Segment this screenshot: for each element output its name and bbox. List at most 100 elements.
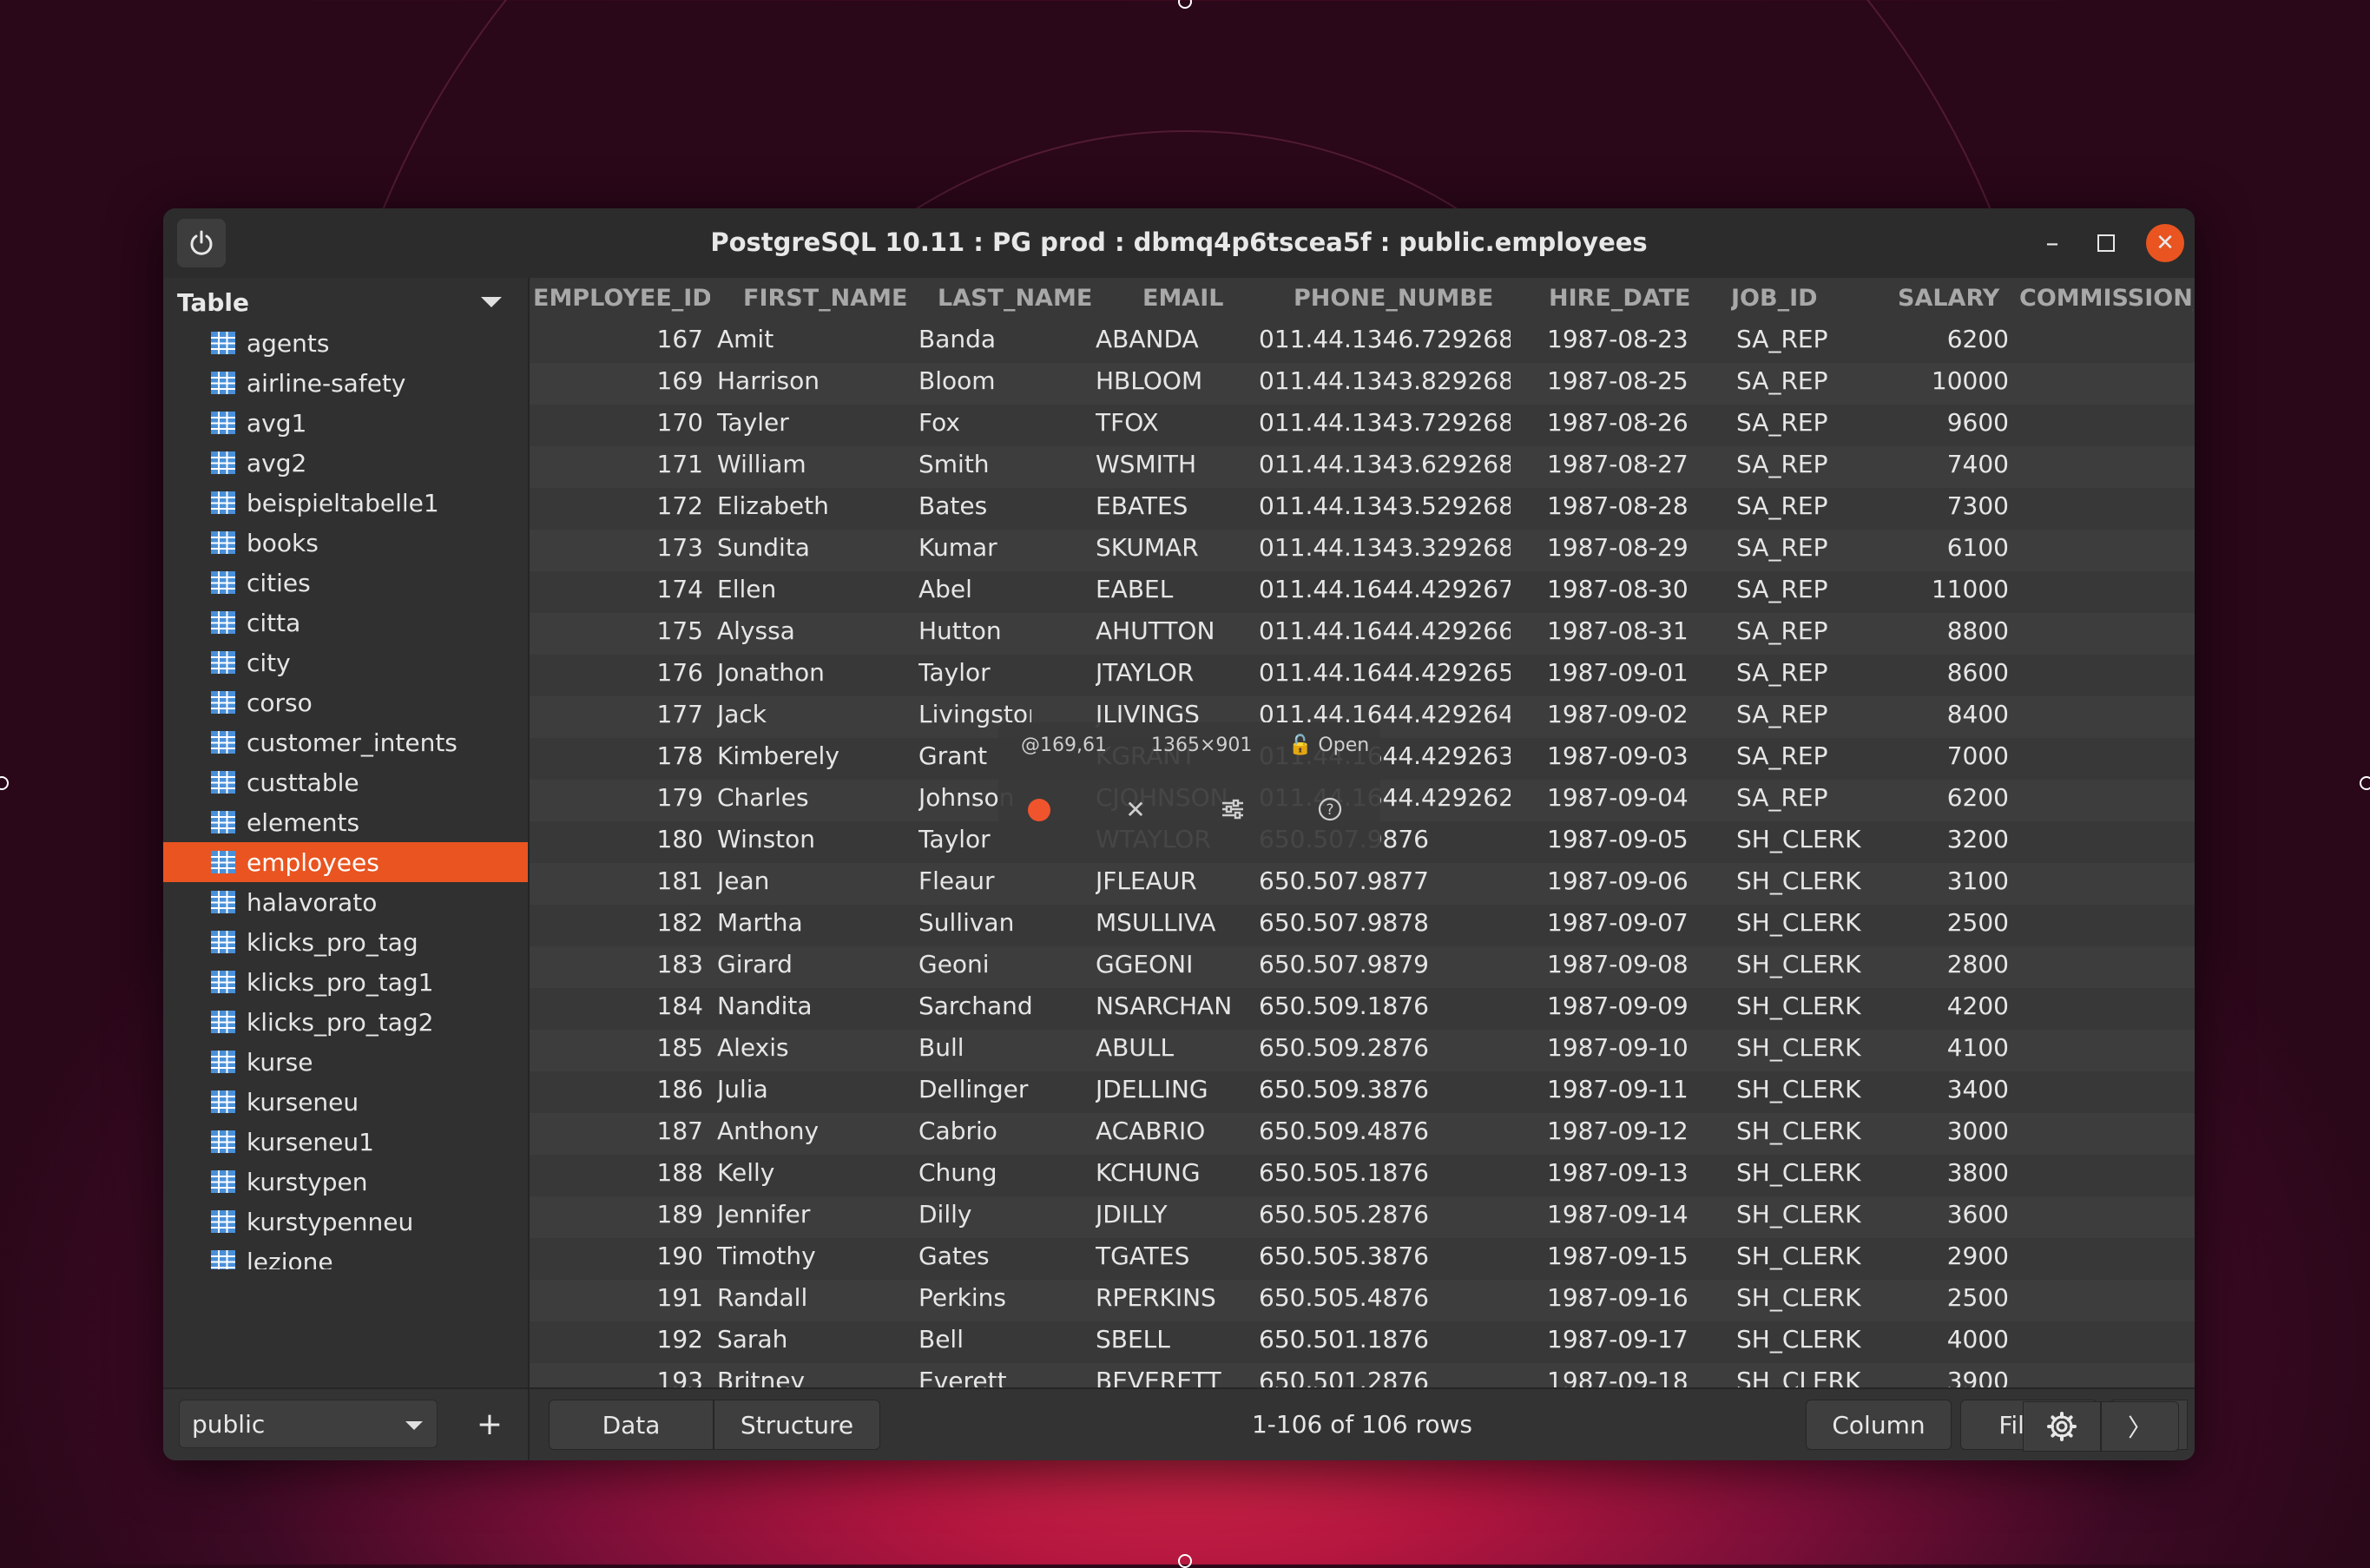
table-cell[interactable]: 1987-08-30 <box>1547 575 1712 609</box>
table-row[interactable]: 181 Jean Fleaur JFLEAUR 650.507.9877 1987-09-… <box>530 863 2195 905</box>
table-cell[interactable]: Banda <box>918 325 1031 359</box>
capture-settings-button[interactable] <box>1215 792 1250 827</box>
table-cell[interactable]: 4200 <box>1844 992 2009 1026</box>
table-cell[interactable]: 011.44.1343.629268 <box>1259 450 1511 484</box>
table-cell[interactable]: EABEL <box>1096 575 1243 609</box>
table-cell[interactable]: 011.44.1343.829268 <box>1259 366 1511 401</box>
table-cell[interactable]: 169 <box>530 366 703 401</box>
selection-handle[interactable] <box>0 776 9 790</box>
table-cell[interactable]: Bloom <box>918 366 1031 401</box>
table-cell[interactable]: 1987-09-10 <box>1547 1033 1712 1068</box>
sidebar-item-beispieltabelle1[interactable]: beispieltabelle1 <box>163 483 528 523</box>
table-cell[interactable]: HBLOOM <box>1096 366 1243 401</box>
table-cell[interactable]: 170 <box>530 408 703 443</box>
table-cell[interactable]: 179 <box>530 783 703 818</box>
table-cell[interactable]: Jean <box>717 866 899 901</box>
table-row[interactable]: 183 Girard Geoni GGEONI 650.507.9879 1987-09-… <box>530 946 2195 988</box>
table-cell[interactable]: SBELL <box>1096 1325 1243 1360</box>
table-cell[interactable]: Sarah <box>717 1325 899 1360</box>
table-row[interactable]: 174 Ellen Abel EABEL 011.44.1644.429267 1987-… <box>530 571 2195 613</box>
selection-handle[interactable] <box>1178 0 1192 9</box>
table-cell[interactable]: 1987-09-15 <box>1547 1242 1712 1276</box>
table-cell[interactable]: 167 <box>530 325 703 359</box>
table-cell[interactable]: 1987-09-07 <box>1547 908 1712 943</box>
sidebar-item-kurstypen[interactable]: kurstypen <box>163 1162 528 1202</box>
table-cell[interactable]: 011.44.1346.729268 <box>1259 325 1511 359</box>
table-cell[interactable]: 188 <box>530 1158 703 1193</box>
table-cell[interactable]: 171 <box>530 450 703 484</box>
column-header-salary[interactable]: SALARY <box>1898 285 2019 320</box>
column-header-hire-date[interactable]: HIRE_DATE <box>1549 285 1714 320</box>
column-button[interactable]: Column <box>1806 1400 1952 1450</box>
table-cell[interactable]: 4100 <box>1844 1033 2009 1068</box>
sidebar-item-cities[interactable]: cities <box>163 563 528 603</box>
table-cell[interactable]: MSULLIVA <box>1096 908 1243 943</box>
table-cell[interactable]: 011.44.1343.329268 <box>1259 533 1511 568</box>
table-cell[interactable]: 1987-09-11 <box>1547 1075 1712 1110</box>
table-cell[interactable]: Gates <box>918 1242 1031 1276</box>
table-cell[interactable]: 182 <box>530 908 703 943</box>
table-cell[interactable]: 9600 <box>1844 408 2009 443</box>
table-cell[interactable]: TFOX <box>1096 408 1243 443</box>
table-cell[interactable]: EBATES <box>1096 491 1243 526</box>
table-cell[interactable]: 10000 <box>1844 366 2009 401</box>
table-row[interactable]: 172 Elizabeth Bates EBATES 011.44.1343.52926… <box>530 488 2195 530</box>
sidebar-item-avg2[interactable]: avg2 <box>163 443 528 483</box>
table-cell[interactable]: 650.509.2876 <box>1259 1033 1511 1068</box>
table-cell[interactable]: 176 <box>530 658 703 693</box>
table-cell[interactable]: 7300 <box>1844 491 2009 526</box>
table-cell[interactable]: Britney <box>717 1367 899 1389</box>
schema-select[interactable]: public <box>179 1400 438 1448</box>
table-cell[interactable]: 1987-09-16 <box>1547 1283 1712 1318</box>
table-row[interactable]: 186 Julia Dellinger JDELLING 650.509.3876 198… <box>530 1071 2195 1113</box>
settings-button[interactable] <box>2023 1401 2101 1452</box>
table-cell[interactable]: 1987-09-06 <box>1547 866 1712 901</box>
table-cell[interactable]: Tayler <box>717 408 899 443</box>
table-cell[interactable]: 186 <box>530 1075 703 1110</box>
table-cell[interactable]: 191 <box>530 1283 703 1318</box>
sidebar-item-klicks_pro_tag1[interactable]: klicks_pro_tag1 <box>163 962 528 1002</box>
table-cell[interactable]: 1987-09-12 <box>1547 1117 1712 1151</box>
table-cell[interactable]: BEVERETT <box>1096 1367 1243 1389</box>
table-cell[interactable]: KCHUNG <box>1096 1158 1243 1193</box>
table-cell[interactable]: 7400 <box>1844 450 2009 484</box>
table-cell[interactable]: 011.44.1644.429267 <box>1259 575 1511 609</box>
table-cell[interactable]: 4000 <box>1844 1325 2009 1360</box>
table-cell[interactable]: 1987-09-17 <box>1547 1325 1712 1360</box>
table-cell[interactable]: Jennifer <box>717 1200 899 1235</box>
column-header-commission-pct[interactable]: COMMISSION_PCT <box>2019 285 2193 320</box>
table-cell[interactable]: Smith <box>918 450 1031 484</box>
sidebar-dropdown-icon[interactable] <box>481 297 502 307</box>
table-row[interactable]: 176 Jonathon Taylor JTAYLOR 011.44.1644.4292… <box>530 655 2195 696</box>
minimize-button[interactable]: – <box>2030 221 2075 266</box>
table-cell[interactable]: 6100 <box>1844 533 2009 568</box>
table-cell[interactable]: Randall <box>717 1283 899 1318</box>
table-cell[interactable]: 3400 <box>1844 1075 2009 1110</box>
sidebar-item-avg1[interactable]: avg1 <box>163 403 528 443</box>
table-cell[interactable]: 3900 <box>1844 1367 2009 1389</box>
table-cell[interactable]: 1987-09-01 <box>1547 658 1712 693</box>
tab-data[interactable]: Data <box>549 1400 714 1450</box>
table-cell[interactable]: Nandita <box>717 992 899 1026</box>
sidebar-item-corso[interactable]: corso <box>163 682 528 722</box>
sidebar-item-halavorato[interactable]: halavorato <box>163 882 528 922</box>
table-cell[interactable]: Alexis <box>717 1033 899 1068</box>
table-cell[interactable]: Kelly <box>717 1158 899 1193</box>
table-cell[interactable]: Girard <box>717 950 899 985</box>
table-cell[interactable]: 650.501.1876 <box>1259 1325 1511 1360</box>
table-cell[interactable]: WSMITH <box>1096 450 1243 484</box>
table-cell[interactable]: Sullivan <box>918 908 1031 943</box>
table-cell[interactable]: 11000 <box>1844 575 2009 609</box>
sidebar-item-employees[interactable]: employees <box>163 842 528 882</box>
table-row[interactable]: 187 Anthony Cabrio ACABRIO 650.509.4876 1987-… <box>530 1113 2195 1155</box>
table-cell[interactable]: 178 <box>530 741 703 776</box>
table-cell[interactable]: 1987-08-29 <box>1547 533 1712 568</box>
table-cell[interactable]: Abel <box>918 575 1031 609</box>
column-header-first-name[interactable]: FIRST_NAME <box>743 285 917 320</box>
table-cell[interactable]: ACABRIO <box>1096 1117 1243 1151</box>
add-table-button[interactable]: + <box>469 1400 510 1448</box>
table-cell[interactable]: Bull <box>918 1033 1031 1068</box>
table-cell[interactable]: 650.505.2876 <box>1259 1200 1511 1235</box>
table-row[interactable]: 184 Nandita Sarchand NSARCHAN 650.509.1876 19… <box>530 988 2195 1030</box>
table-cell[interactable]: 3800 <box>1844 1158 2009 1193</box>
